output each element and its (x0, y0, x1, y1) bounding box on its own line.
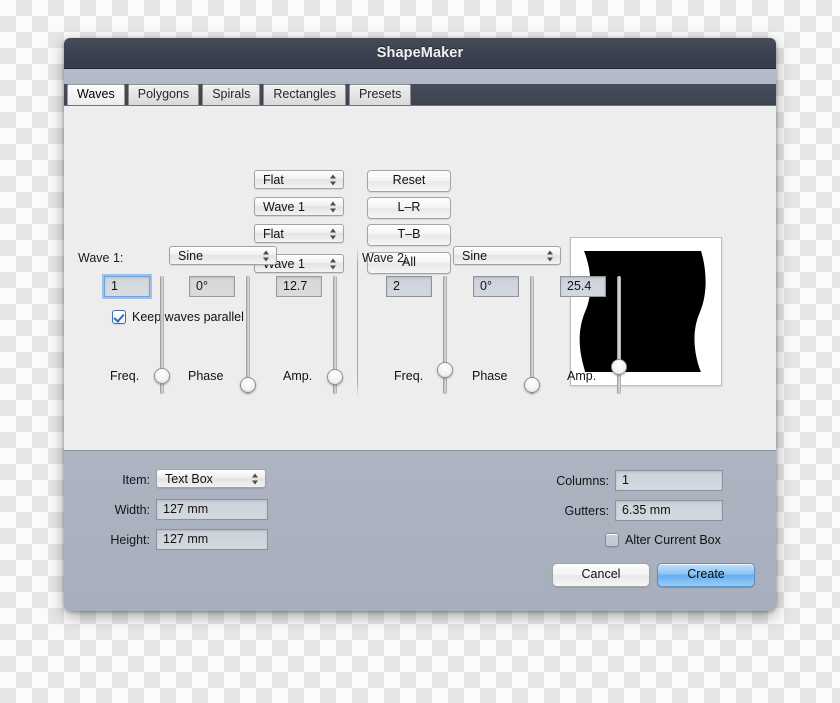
bottom-select[interactable]: Flat (254, 224, 344, 243)
width-label: Width: (74, 503, 150, 517)
left-select[interactable]: Wave 1 (254, 197, 344, 216)
chevron-updown-icon (330, 173, 337, 186)
item-select[interactable]: Text Box (156, 469, 266, 488)
tb-button[interactable]: T–B (367, 224, 451, 246)
lr-button[interactable]: L–R (367, 197, 451, 219)
alter-current-box-checkbox[interactable] (605, 533, 619, 547)
chevron-updown-icon (330, 200, 337, 213)
alter-current-box-row[interactable]: Alter Current Box (605, 533, 721, 547)
wave1-phase-slider[interactable] (240, 276, 256, 394)
left-select-value: Wave 1 (263, 200, 305, 214)
waves-panel: Top: Flat Left: Wave 1 Bottom: Flat Righ… (64, 106, 776, 451)
item-panel: Item: Text Box Width: 127 mm Height: 127… (64, 451, 776, 611)
wave1-label: Wave 1: (78, 251, 168, 265)
tab-presets[interactable]: Presets (349, 84, 411, 105)
slider-thumb[interactable] (154, 368, 170, 384)
wave2-label: Wave 2: (362, 251, 452, 265)
columns-input[interactable]: 1 (615, 470, 723, 491)
wave1-phase-input[interactable]: 0° (189, 276, 235, 297)
window-title-bar[interactable]: ShapeMaker (64, 38, 776, 69)
reset-button[interactable]: Reset (367, 170, 451, 192)
page-title: ShapeMaker (377, 45, 463, 61)
shapemaker-window: ShapeMaker Waves Polygons Spirals Rectan… (64, 38, 776, 611)
chevron-updown-icon (330, 227, 337, 240)
chevron-updown-icon (547, 249, 554, 262)
wave2-amp-slider[interactable] (611, 276, 627, 394)
slider-thumb[interactable] (524, 377, 540, 393)
wave1-freq-label: Freq. (110, 369, 139, 383)
tab-spirals[interactable]: Spirals (202, 84, 260, 105)
slider-thumb[interactable] (240, 377, 256, 393)
wave2-phase-label: Phase (472, 369, 507, 383)
columns-label: Columns: (504, 474, 609, 488)
wave2-type-select[interactable]: Sine (453, 246, 561, 265)
bottom-select-value: Flat (263, 227, 284, 241)
height-label: Height: (70, 533, 150, 547)
chevron-updown-icon (252, 472, 259, 485)
tab-band: Waves Polygons Spirals Rectangles Preset… (64, 69, 776, 106)
wave2-freq-input[interactable]: 2 (386, 276, 432, 297)
wave1-freq-slider[interactable] (154, 276, 170, 394)
wave1-type-value: Sine (178, 249, 203, 263)
item-label: Item: (80, 473, 150, 487)
tab-bar: Waves Polygons Spirals Rectangles Preset… (64, 84, 776, 105)
shape-preview (570, 237, 722, 386)
wave1-amp-input[interactable]: 12.7 (276, 276, 322, 297)
chevron-updown-icon (263, 249, 270, 262)
tab-waves[interactable]: Waves (67, 84, 125, 105)
slider-thumb[interactable] (611, 359, 627, 375)
wave2-amp-label: Amp. (567, 369, 596, 383)
create-button[interactable]: Create (657, 563, 755, 587)
wave1-amp-slider[interactable] (327, 276, 343, 394)
top-select[interactable]: Flat (254, 170, 344, 189)
wave1-type-select[interactable]: Sine (169, 246, 277, 265)
keep-waves-parallel-checkbox[interactable] (112, 310, 126, 324)
item-select-value: Text Box (165, 472, 213, 486)
chevron-updown-icon (330, 257, 337, 270)
wave2-freq-label: Freq. (394, 369, 423, 383)
alter-current-box-label: Alter Current Box (625, 533, 721, 547)
wave-group-divider (357, 246, 358, 398)
slider-thumb[interactable] (327, 369, 343, 385)
shape-preview-svg (571, 238, 721, 385)
wave2-phase-slider[interactable] (524, 276, 540, 394)
wave2-amp-input[interactable]: 25.4 (560, 276, 606, 297)
wave2-type-value: Sine (462, 249, 487, 263)
gutters-label: Gutters: (504, 504, 609, 518)
slider-track (617, 276, 621, 394)
slider-thumb[interactable] (437, 362, 453, 378)
wave2-phase-input[interactable]: 0° (473, 276, 519, 297)
top-select-value: Flat (263, 173, 284, 187)
cancel-button[interactable]: Cancel (552, 563, 650, 587)
keep-waves-parallel-label: Keep waves parallel (132, 310, 244, 324)
wave2-freq-slider[interactable] (437, 276, 453, 394)
wave1-phase-label: Phase (188, 369, 223, 383)
tab-rectangles[interactable]: Rectangles (263, 84, 346, 105)
height-input[interactable]: 127 mm (156, 529, 268, 550)
tab-polygons[interactable]: Polygons (128, 84, 199, 105)
gutters-input[interactable]: 6.35 mm (615, 500, 723, 521)
keep-waves-parallel-row[interactable]: Keep waves parallel (112, 310, 244, 324)
wave1-freq-input[interactable]: 1 (104, 276, 150, 297)
wave1-amp-label: Amp. (283, 369, 312, 383)
width-input[interactable]: 127 mm (156, 499, 268, 520)
